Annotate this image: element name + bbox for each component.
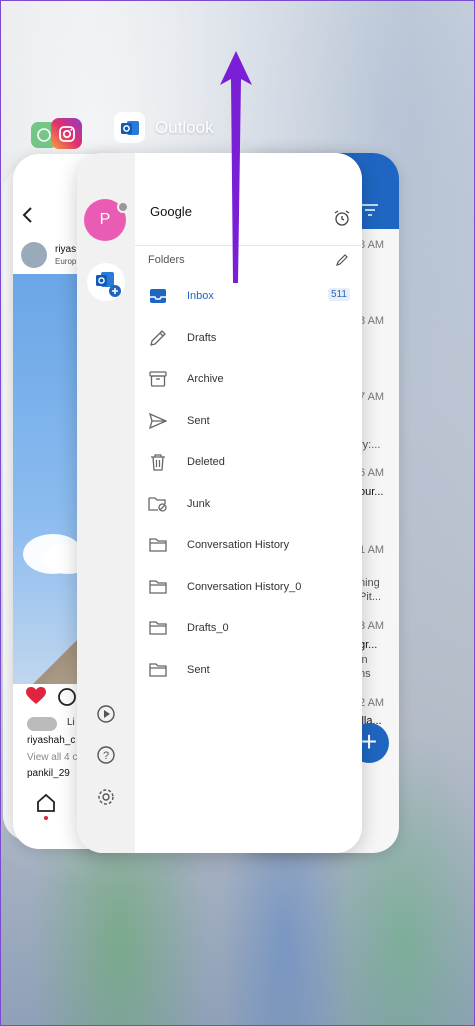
filter-icon[interactable] bbox=[361, 203, 379, 217]
folder-drafts[interactable]: Drafts bbox=[135, 317, 362, 358]
edit-folders-icon[interactable] bbox=[335, 253, 349, 267]
help-icon[interactable]: ? bbox=[96, 745, 116, 765]
folder-label: Drafts bbox=[187, 331, 217, 344]
mail-snippet: our... bbox=[359, 486, 384, 498]
folder-label: Drafts_0 bbox=[187, 621, 229, 634]
mail-snippet: ning bbox=[359, 577, 380, 589]
comment-icon[interactable] bbox=[57, 687, 77, 707]
folder-label: Sent bbox=[187, 663, 210, 676]
folder-icon bbox=[148, 535, 168, 555]
mail-time: 3 AM bbox=[359, 620, 385, 632]
mail-snippet: Pit... bbox=[359, 591, 382, 603]
junk-folder-icon bbox=[148, 494, 168, 514]
comment-username: pankil_29 bbox=[27, 768, 70, 779]
folder-icon bbox=[148, 577, 168, 597]
outlook-app-label[interactable]: Outlook bbox=[114, 112, 214, 143]
back-chevron-icon bbox=[22, 207, 32, 223]
send-icon bbox=[148, 411, 168, 431]
home-icon[interactable] bbox=[35, 792, 57, 814]
mail-time: 1 AM bbox=[359, 544, 385, 556]
instagram-icon bbox=[51, 118, 82, 149]
folder-conversation-history[interactable]: Conversation History bbox=[135, 524, 362, 565]
outlook-icon bbox=[114, 112, 145, 143]
folder-sent-2[interactable]: Sent bbox=[135, 649, 362, 690]
folder-label: Inbox bbox=[187, 289, 214, 302]
presence-dot bbox=[117, 201, 129, 213]
view-all-comments[interactable]: View all 4 c bbox=[27, 752, 77, 763]
folder-label: Conversation History_0 bbox=[187, 580, 302, 593]
folder-label: Conversation History bbox=[187, 538, 290, 551]
mail-time: 2 AM bbox=[359, 697, 385, 709]
svg-text:?: ? bbox=[103, 750, 109, 762]
do-not-disturb-alarm-icon[interactable] bbox=[333, 209, 351, 227]
folders-heading: Folders bbox=[148, 254, 185, 266]
add-account-icon[interactable] bbox=[87, 263, 125, 301]
folder-junk[interactable]: Junk bbox=[135, 483, 362, 524]
mail-time: 6 AM bbox=[359, 467, 385, 479]
folder-archive[interactable]: Archive bbox=[135, 358, 362, 399]
mail-snippet: ry:... bbox=[359, 439, 381, 451]
liker-avatars bbox=[27, 717, 57, 731]
avatar bbox=[21, 242, 47, 268]
inbox-icon bbox=[148, 286, 168, 306]
folder-sent[interactable]: Sent bbox=[135, 400, 362, 441]
caption-username: riyashah_c bbox=[27, 735, 76, 746]
like-heart-icon[interactable] bbox=[25, 686, 47, 706]
settings-gear-icon[interactable] bbox=[96, 787, 116, 807]
outlook-app-title: Outlook bbox=[155, 117, 214, 137]
home-active-dot bbox=[44, 816, 48, 820]
folder-drafts-0[interactable]: Drafts_0 bbox=[135, 607, 362, 648]
liked-by-text: Li bbox=[67, 717, 75, 728]
folder-label: Archive bbox=[187, 372, 224, 385]
folder-label: Junk bbox=[187, 497, 211, 510]
pencil-icon bbox=[148, 328, 168, 348]
folder-icon bbox=[148, 660, 168, 680]
folder-label: Deleted bbox=[187, 455, 225, 468]
account-name: Google bbox=[150, 204, 192, 219]
unread-count-badge: 511 bbox=[328, 288, 350, 301]
folder-label: Sent bbox=[187, 414, 210, 427]
folder-conversation-history-0[interactable]: Conversation History_0 bbox=[135, 566, 362, 607]
trash-icon bbox=[148, 452, 168, 472]
instagram-app-label bbox=[51, 118, 82, 149]
archive-icon bbox=[148, 369, 168, 389]
folder-icon bbox=[148, 618, 168, 638]
post-location: Europ bbox=[55, 257, 77, 266]
mail-time: 8 AM bbox=[359, 315, 385, 327]
mail-time: 8 AM bbox=[359, 239, 385, 251]
mail-time: 7 AM bbox=[359, 391, 385, 403]
folder-deleted[interactable]: Deleted bbox=[135, 441, 362, 482]
swipe-up-arrow-icon bbox=[220, 51, 252, 283]
play-icon[interactable] bbox=[96, 704, 116, 724]
post-username: riyas bbox=[55, 244, 77, 255]
